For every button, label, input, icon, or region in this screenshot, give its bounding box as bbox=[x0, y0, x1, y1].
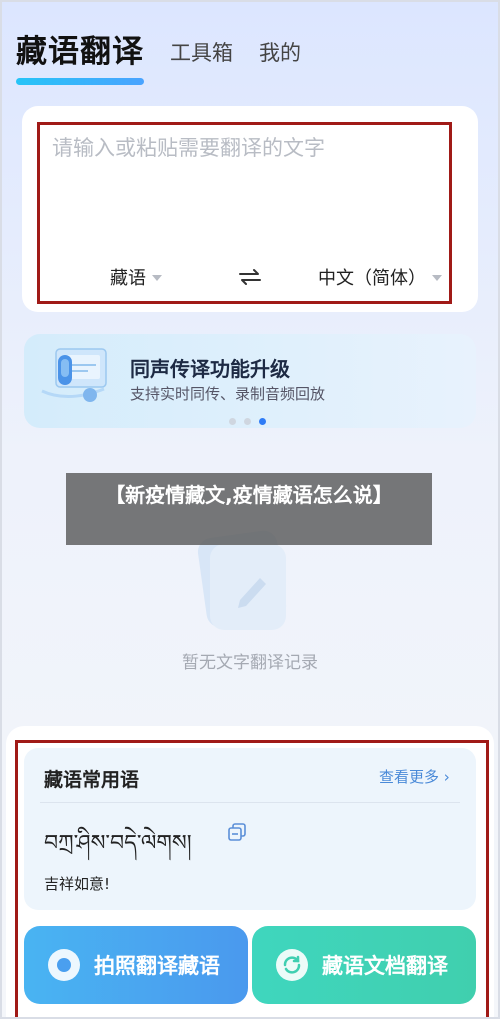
carousel-dot[interactable] bbox=[229, 418, 236, 425]
source-language-label: 藏语 bbox=[110, 268, 146, 289]
photo-translate-label: 拍照翻译藏语 bbox=[94, 954, 220, 978]
tab-label: 藏语翻译 bbox=[16, 34, 144, 70]
chevron-down-icon bbox=[432, 275, 442, 281]
view-more-label: 查看更多 bbox=[379, 768, 440, 786]
document-translate-label: 藏语文档翻译 bbox=[322, 954, 448, 978]
source-language-selector[interactable]: 藏语 bbox=[110, 264, 162, 290]
carousel-indicator bbox=[229, 418, 266, 425]
phrase-meaning: 吉祥如意! bbox=[44, 875, 111, 893]
translation-input[interactable]: 请输入或粘贴需要翻译的文字 bbox=[52, 132, 325, 162]
copy-icon[interactable] bbox=[227, 823, 247, 841]
view-more-link[interactable]: 查看更多 › bbox=[379, 766, 450, 787]
banner-subtitle: 支持实时同传、录制音频回放 bbox=[130, 385, 326, 403]
chevron-right-icon: › bbox=[443, 768, 450, 786]
divider bbox=[40, 802, 460, 803]
carousel-dot[interactable] bbox=[244, 418, 251, 425]
banner-title: 同声传译功能升级 bbox=[130, 357, 290, 381]
header-tabs: 藏语翻译 工具箱 我的 bbox=[16, 26, 301, 85]
photo-translate-button[interactable]: 拍照翻译藏语 bbox=[24, 926, 248, 1004]
empty-history-text: 暂无文字翻译记录 bbox=[182, 653, 318, 673]
target-language-selector[interactable]: 中文（简体） bbox=[318, 264, 442, 290]
document-refresh-icon bbox=[276, 949, 308, 981]
target-language-label: 中文（简体） bbox=[318, 268, 426, 289]
tab-mine[interactable]: 我的 bbox=[259, 37, 301, 71]
empty-record-icon bbox=[197, 530, 287, 630]
tab-toolbox[interactable]: 工具箱 bbox=[170, 37, 233, 71]
tab-tibetan-translate[interactable]: 藏语翻译 bbox=[16, 26, 144, 85]
swap-languages-icon[interactable] bbox=[236, 266, 264, 288]
caption-overlay: 【新疫情藏文,疫情藏语怎么说】 bbox=[66, 473, 432, 545]
active-tab-indicator bbox=[16, 78, 144, 85]
common-phrases-title: 藏语常用语 bbox=[44, 769, 140, 791]
tibetan-phrase: བཀྲ་ཤིས་བདེ་ལེགས། bbox=[44, 831, 192, 856]
caption-text: 【新疫情藏文,疫情藏语怎么说】 bbox=[105, 483, 393, 507]
chevron-down-icon bbox=[152, 275, 162, 281]
camera-icon bbox=[48, 949, 80, 981]
simultaneous-interpretation-icon bbox=[41, 348, 107, 402]
carousel-dot-active[interactable] bbox=[259, 418, 266, 425]
document-translate-button[interactable]: 藏语文档翻译 bbox=[252, 926, 476, 1004]
